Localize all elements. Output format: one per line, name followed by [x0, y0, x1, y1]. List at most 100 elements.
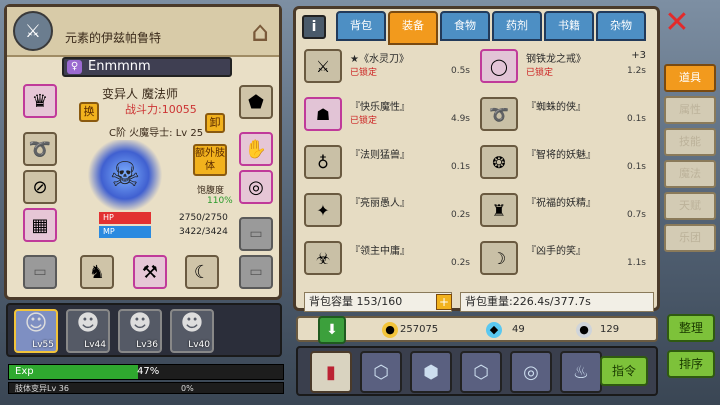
character-panel: ⚔ 元素的伊兹帕鲁特 ⌂ ♀ Enmmnm 变异人 魔法师 战斗力:10055 … — [4, 4, 282, 300]
wardrobe-hanger-icon[interactable]: ⌂ — [251, 15, 269, 48]
list-item[interactable]: ☽ 『凶手的笑』 1.1s — [480, 241, 650, 275]
side-tab-talents[interactable]: 天赋 — [664, 192, 716, 220]
head-slot-icon[interactable]: ♛ — [23, 84, 57, 118]
helmet-icon: ☗ — [304, 97, 342, 131]
party-level: Lv44 — [84, 340, 106, 350]
tab-potion[interactable]: 药剂 — [492, 11, 542, 41]
bag-weight: 背包重量:226.4s/377.7s — [460, 292, 654, 312]
character-name: Enmmnm — [88, 59, 151, 74]
download-arrow-icon[interactable]: ⬇ — [318, 316, 346, 344]
empty-slot-icon[interactable]: ▭ — [23, 255, 57, 289]
party-member-3[interactable]: ☻ Lv36 — [118, 309, 162, 353]
satiety-value: 110% — [207, 196, 233, 206]
cloak-icon: ♜ — [480, 193, 518, 227]
party-member-2[interactable]: ☻ Lv44 — [66, 309, 110, 353]
side-tab-items[interactable]: 道具 — [664, 64, 716, 92]
item-name: ★《水灵刀》 — [350, 54, 409, 65]
side-tabs: 道具 属性 技能 魔法 天赋 乐团 — [664, 64, 716, 256]
item-weight: 4.9s — [450, 114, 470, 124]
tab-food[interactable]: 食物 — [440, 11, 490, 41]
satiety-label: 饱腹度 — [197, 186, 225, 196]
unequip-button[interactable]: 卸 — [205, 113, 225, 133]
character-header: ⚔ 元素的伊兹帕鲁特 ⌂ — [7, 7, 279, 57]
skill-rune-icon[interactable]: ⬡ — [360, 351, 402, 393]
skill-rune-icon[interactable]: ⬡ — [460, 351, 502, 393]
item-name: 钢铁龙之戒》 — [526, 54, 586, 65]
skill-rune-icon[interactable]: ◎ — [510, 351, 552, 393]
tidy-button[interactable]: 整理 — [667, 314, 715, 342]
list-item[interactable]: ➰ 『蜘蛛的侠』 0.1s — [480, 97, 650, 131]
tab-misc[interactable]: 杂物 — [596, 11, 646, 41]
item-weight: 0.5s — [450, 66, 470, 76]
mp-value: 3422/3424 — [179, 227, 228, 237]
side-tab-band[interactable]: 乐团 — [664, 224, 716, 252]
inventory-tabs: 背包 装备 食物 药剂 书籍 杂物 — [336, 11, 646, 45]
tab-equipment[interactable]: 装备 — [388, 11, 438, 45]
extra-limb-button[interactable]: 额外肢体 — [193, 144, 227, 176]
sword-icon: ⚔ — [304, 49, 342, 83]
item-weight: 0.2s — [450, 210, 470, 220]
offhand-slot-icon[interactable]: ☾ — [185, 255, 219, 289]
party-portrait-icon: ☺ — [24, 311, 48, 336]
command-button[interactable]: 指令 — [600, 356, 648, 386]
item-name: 『祝福的妖精』 — [526, 198, 596, 209]
item-lock: 已锁定 — [526, 68, 554, 78]
item-weight: 0.1s — [626, 162, 646, 172]
body-armor-icon[interactable]: ▦ — [23, 208, 57, 242]
diamond-icon: ◆ — [486, 322, 502, 338]
party-member-4[interactable]: ☻ Lv40 — [170, 309, 214, 353]
tab-backpack[interactable]: 背包 — [336, 11, 386, 41]
boots-slot-icon[interactable]: ♞ — [80, 255, 114, 289]
expand-capacity-button[interactable]: + — [436, 294, 452, 310]
list-item[interactable]: ⚔ ★《水灵刀》 已锁定 0.5s — [304, 49, 474, 83]
list-item[interactable]: ♁ 『法则猛兽』 0.1s — [304, 145, 474, 179]
party-level: Lv55 — [32, 340, 54, 350]
neck-slot-icon[interactable]: ➰ — [23, 132, 57, 166]
weapon-slot-icon[interactable]: ⚒ — [133, 255, 167, 289]
item-lock: 已锁定 — [350, 116, 378, 126]
list-item[interactable]: ☗ 『快乐魔性』 已锁定 4.9s — [304, 97, 474, 131]
shield-slot-icon[interactable]: ⬟ — [239, 85, 273, 119]
race-class: 变异人 魔法师 — [102, 87, 178, 101]
swap-button[interactable]: 换 — [79, 102, 99, 122]
list-item[interactable]: ❂ 『智将的妖魅』 0.1s — [480, 145, 650, 179]
side-tab-magic[interactable]: 魔法 — [664, 160, 716, 188]
party-level: Lv36 — [136, 340, 158, 350]
exp-bar: Exp 47% — [8, 364, 284, 380]
belt-slot-icon[interactable]: ◎ — [239, 170, 273, 204]
silver-coin-icon: ● — [576, 322, 592, 338]
battery-icon[interactable]: ▮ — [310, 351, 352, 393]
silver-value: 129 — [600, 324, 620, 335]
currency-bar: ⬇ ● 257075 ◆ 49 ● 129 — [296, 316, 658, 344]
info-icon[interactable]: i — [302, 15, 326, 39]
list-item[interactable]: ◯ 钢铁龙之戒》 +3 已锁定 1.2s — [480, 49, 650, 83]
skill-rune-icon[interactable]: ♨ — [560, 351, 602, 393]
side-tab-skills[interactable]: 技能 — [664, 128, 716, 156]
side-tab-attributes[interactable]: 属性 — [664, 96, 716, 124]
party-portrait-icon: ☻ — [128, 311, 152, 336]
item-name: 『法则猛兽』 — [350, 150, 410, 161]
item-name: 『蜘蛛的侠』 — [526, 102, 586, 113]
limb-exp-percent: 0% — [181, 384, 194, 393]
tab-books[interactable]: 书籍 — [544, 11, 594, 41]
gloves-slot-icon[interactable]: ✋ — [239, 132, 273, 166]
skill-rune-icon[interactable]: ⬢ — [410, 351, 452, 393]
necklace-icon: ➰ — [480, 97, 518, 131]
list-item[interactable]: ♜ 『祝福的妖精』 0.7s — [480, 193, 650, 227]
sort-button[interactable]: 排序 — [667, 350, 715, 378]
guild-emblem-icon[interactable]: ⚔ — [13, 11, 53, 51]
inventory-panel: i 背包 装备 食物 药剂 书籍 杂物 ⚔ ★《水灵刀》 已锁定 0.5s ◯ … — [293, 6, 660, 312]
item-weight: 1.2s — [626, 66, 646, 76]
list-item[interactable]: ☣ 『领主中庸』 0.2s — [304, 241, 474, 275]
ring-slot-empty-icon[interactable]: ⊘ — [23, 170, 57, 204]
party-member-1[interactable]: ☺ Lv55 — [14, 309, 58, 353]
empty-slot-icon[interactable]: ▭ — [239, 255, 273, 289]
limb-exp-bar: 肢体变异Lv 36 0% — [8, 382, 284, 394]
claw-icon: ✦ — [304, 193, 342, 227]
exp-percent: 47% — [137, 366, 160, 377]
close-icon[interactable]: ✕ — [662, 8, 692, 38]
party-row: ☺ Lv55 ☻ Lv44 ☻ Lv36 ☻ Lv40 — [6, 303, 282, 357]
ring-icon: ◯ — [480, 49, 518, 83]
list-item[interactable]: ✦ 『亮丽愚人』 0.2s — [304, 193, 474, 227]
empty-slot-icon[interactable]: ▭ — [239, 217, 273, 251]
